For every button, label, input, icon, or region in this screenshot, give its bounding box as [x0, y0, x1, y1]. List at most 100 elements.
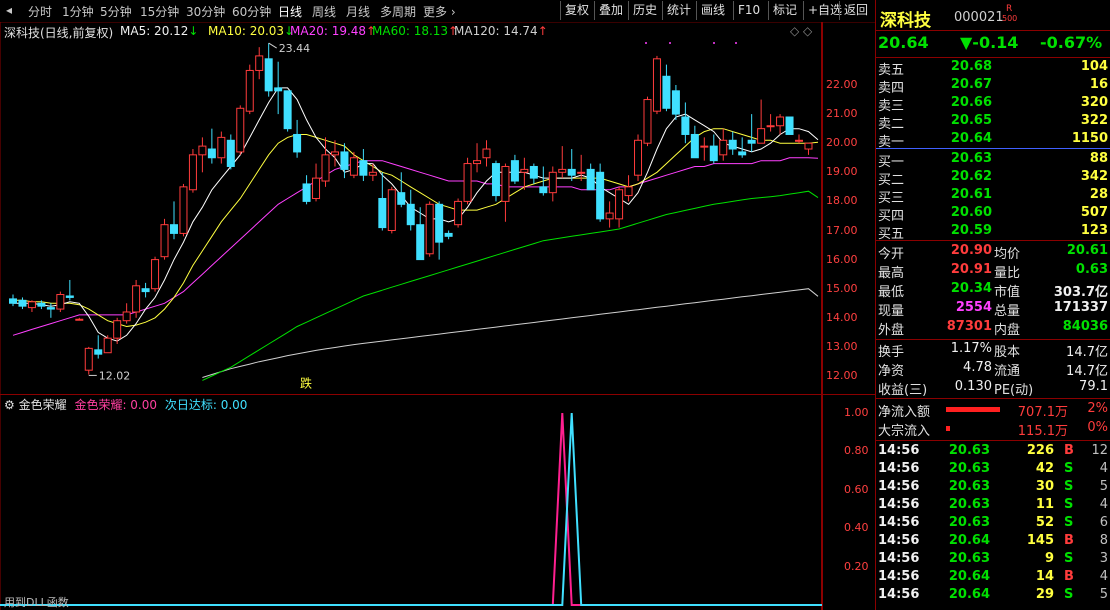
candle: [179, 183, 188, 237]
btn-stats[interactable]: 统计: [662, 1, 695, 20]
btn-fuquan[interactable]: 复权: [560, 1, 593, 20]
btn-f10[interactable]: F10: [733, 1, 764, 20]
period-tab-monthly[interactable]: 月线: [346, 3, 370, 20]
period-tab-weekly[interactable]: 周线: [312, 3, 336, 20]
btn-draw[interactable]: 画线: [696, 1, 729, 20]
candle-body: [302, 183, 311, 202]
more-label: 更多: [423, 5, 448, 19]
candle-body: [236, 107, 245, 153]
tick-price: 20.64: [948, 569, 990, 584]
candle-body: [169, 224, 178, 234]
candle: [671, 85, 680, 120]
candle: [757, 99, 766, 144]
candle-body: [425, 203, 434, 255]
candle-body: [567, 168, 576, 176]
btn-back[interactable]: 返回: [839, 1, 872, 20]
bid-volume: 507: [1080, 205, 1108, 220]
tick-price: 20.63: [948, 497, 990, 512]
candle: [567, 149, 576, 182]
candle: [804, 142, 813, 155]
ma120-line: [202, 288, 819, 378]
tick-time: 14:56: [878, 497, 920, 512]
stat-value: 20.90: [950, 243, 992, 258]
fund-row: 净资 4.78 流通 14.7亿: [876, 360, 1110, 379]
period-tab-5min[interactable]: 5分钟: [100, 3, 132, 20]
fund-row: 换手 1.17% 股本 14.7亿: [876, 341, 1110, 360]
candle: [387, 186, 396, 234]
change-pct: -0.67%: [1040, 33, 1103, 52]
stat-label: 内盘: [994, 323, 1021, 338]
period-tab-15min[interactable]: 15分钟: [140, 3, 179, 20]
candle-body: [690, 133, 699, 159]
price-axis-label: 20.00: [826, 136, 858, 150]
period-tab-more[interactable]: 更多 ›: [423, 3, 456, 20]
stat-label: 最低: [878, 285, 905, 300]
tick-volume: 9: [1044, 551, 1054, 566]
stat-value: 0.63: [1075, 262, 1108, 277]
fund-label: 流通: [994, 364, 1021, 379]
bid-volume: 28: [1089, 187, 1108, 202]
tick-time: 14:56: [878, 479, 920, 494]
bid-label: 买一: [878, 155, 905, 170]
candle-body: [27, 301, 36, 309]
candle: [501, 163, 510, 222]
ask-label: 卖五: [878, 63, 905, 78]
dll-footer: 用到DLL函数: [4, 596, 69, 609]
toolbar-menu-icon[interactable]: ◂: [6, 3, 12, 17]
candle: [406, 189, 415, 231]
candle-body: [501, 165, 510, 202]
drop-marker: 跌: [300, 376, 312, 391]
signal-dot: [645, 42, 647, 44]
candle-body: [435, 203, 444, 243]
ask-volume: 320: [1080, 95, 1108, 110]
stat-label: 量比: [994, 266, 1021, 281]
badge-r: R: [1006, 4, 1013, 14]
period-tab-daily[interactable]: 日线: [278, 3, 302, 20]
period-tab-30min[interactable]: 30分钟: [186, 3, 225, 20]
candle: [643, 96, 652, 147]
candle-body: [378, 197, 387, 229]
indicator-chart[interactable]: [0, 394, 822, 610]
candle: [188, 149, 197, 193]
candle-body: [652, 58, 661, 112]
kline-chart[interactable]: 23.44 12.02 跌: [0, 22, 822, 394]
period-tab-timeshare[interactable]: 分时: [28, 3, 52, 20]
tick-volume: 29: [1035, 587, 1054, 602]
candle-body: [46, 307, 55, 310]
candle-body: [226, 139, 235, 167]
candle: [397, 172, 406, 208]
flow-bar: [946, 407, 1000, 412]
period-tab-multi[interactable]: 多周期: [380, 3, 416, 20]
candle: [226, 134, 235, 170]
period-tab-60min[interactable]: 60分钟: [232, 3, 271, 20]
tick-row: 14:56 20.64 29 S 5: [876, 587, 1110, 605]
candle-body: [132, 285, 141, 313]
candle: [321, 137, 330, 187]
fund-label: PE(动): [994, 383, 1034, 398]
btn-mark[interactable]: 标记: [768, 1, 801, 20]
btn-history[interactable]: 历史: [628, 1, 661, 20]
signal-dot: [713, 42, 715, 44]
tick-price: 20.63: [948, 515, 990, 530]
candle: [738, 137, 747, 158]
flow-pct: 2%: [1087, 401, 1108, 416]
candle-body: [577, 171, 586, 174]
stat-value: 171337: [1053, 300, 1108, 315]
signal-dot: [669, 42, 671, 44]
stat-label: 外盘: [878, 323, 905, 338]
candle-body: [264, 58, 273, 92]
candle: [151, 256, 160, 292]
candle-body: [728, 139, 737, 150]
candle-body: [312, 177, 321, 199]
ask-volume: 104: [1080, 59, 1108, 74]
tick-count: 4: [1099, 461, 1108, 476]
candle-body: [444, 232, 453, 237]
candle: [359, 149, 368, 182]
candle: [662, 64, 671, 112]
candle: [18, 297, 27, 310]
flow-value: 115.1万: [1017, 424, 1068, 439]
btn-overlay[interactable]: 叠加: [594, 1, 627, 20]
tick-time: 14:56: [878, 533, 920, 548]
candle: [84, 346, 93, 375]
period-tab-1min[interactable]: 1分钟: [62, 3, 94, 20]
